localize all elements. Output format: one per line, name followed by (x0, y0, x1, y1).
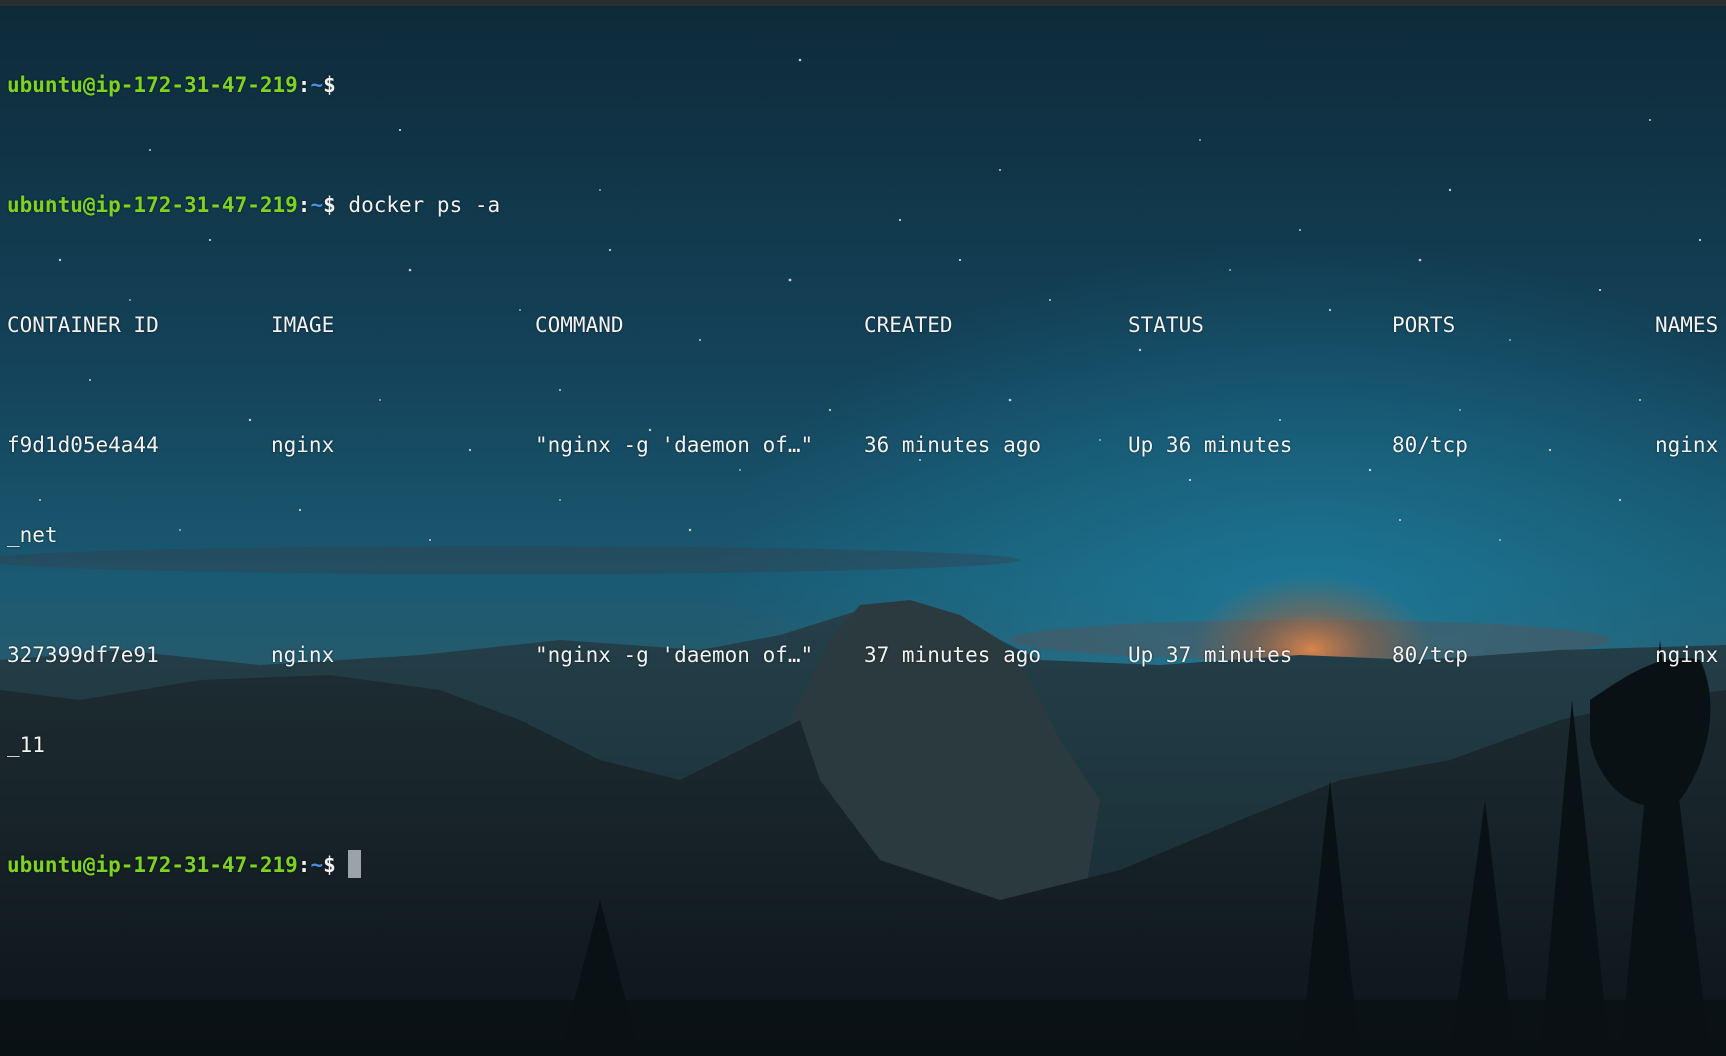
terminal-window[interactable]: ubuntu@ip-172-31-47-219:~$ ubuntu@ip-172… (0, 0, 1726, 1056)
prompt-user-host: ubuntu@ip-172-31-47-219 (7, 853, 298, 877)
table-header-row: CONTAINER ID IMAGE COMMAND CREATED STATU… (7, 310, 1718, 340)
cell-image: nginx (271, 433, 335, 457)
cell-command: "nginx -g 'daemon of…" (535, 643, 814, 667)
cell-names: nginx (1655, 433, 1719, 457)
cell-image: nginx (271, 643, 335, 667)
prompt-user-host: ubuntu@ip-172-31-47-219 (7, 193, 298, 217)
prompt-user-host: ubuntu@ip-172-31-47-219 (7, 73, 298, 97)
header-names: NAMES (1655, 313, 1719, 337)
cell-ports: 80/tcp (1392, 433, 1468, 457)
prompt-path: ~ (310, 73, 324, 97)
table-row-wrap: _11 (7, 730, 500, 760)
cell-ports: 80/tcp (1392, 643, 1468, 667)
prompt-path: ~ (310, 193, 324, 217)
prompt-line-3[interactable]: ubuntu@ip-172-31-47-219:~$ (7, 850, 500, 880)
cell-container-id: f9d1d05e4a44 (7, 433, 159, 457)
cell-names: nginx (1655, 643, 1719, 667)
prompt-symbol: $ (323, 193, 336, 217)
table-row: f9d1d05e4a44 nginx "nginx -g 'daemon of…… (7, 430, 1718, 460)
cell-created: 37 minutes ago (864, 643, 1042, 667)
cell-created: 36 minutes ago (864, 433, 1042, 457)
window-top-edge (0, 0, 1726, 6)
cell-command: "nginx -g 'daemon of…" (535, 433, 814, 457)
header-container-id: CONTAINER ID (7, 313, 159, 337)
prompt-path: ~ (310, 853, 324, 877)
prompt-line-1: ubuntu@ip-172-31-47-219:~$ (7, 70, 500, 100)
header-command: COMMAND (535, 313, 624, 337)
table-row: 327399df7e91 nginx "nginx -g 'daemon of…… (7, 640, 1718, 670)
prompt-line-2: ubuntu@ip-172-31-47-219:~$ docker ps -a (7, 190, 500, 220)
prompt-separator: : (297, 73, 311, 97)
cell-names-wrap: _net (7, 523, 58, 547)
terminal-output[interactable]: ubuntu@ip-172-31-47-219:~$ ubuntu@ip-172… (7, 10, 1718, 940)
cell-status: Up 36 minutes (1128, 433, 1293, 457)
cell-names-wrap: _11 (7, 733, 45, 757)
cell-container-id: 327399df7e91 (7, 643, 159, 667)
block-cursor-icon[interactable] (347, 850, 361, 878)
header-image: IMAGE (271, 313, 335, 337)
header-ports: PORTS (1392, 313, 1456, 337)
prompt-symbol: $ (323, 853, 336, 877)
prompt-separator: : (297, 193, 311, 217)
cell-status: Up 37 minutes (1128, 643, 1293, 667)
table-row-wrap: _net (7, 520, 500, 550)
header-status: STATUS (1128, 313, 1204, 337)
prompt-symbol: $ (323, 73, 336, 97)
prompt-separator: : (297, 853, 311, 877)
header-created: CREATED (864, 313, 953, 337)
typed-command: docker ps -a (348, 193, 501, 217)
